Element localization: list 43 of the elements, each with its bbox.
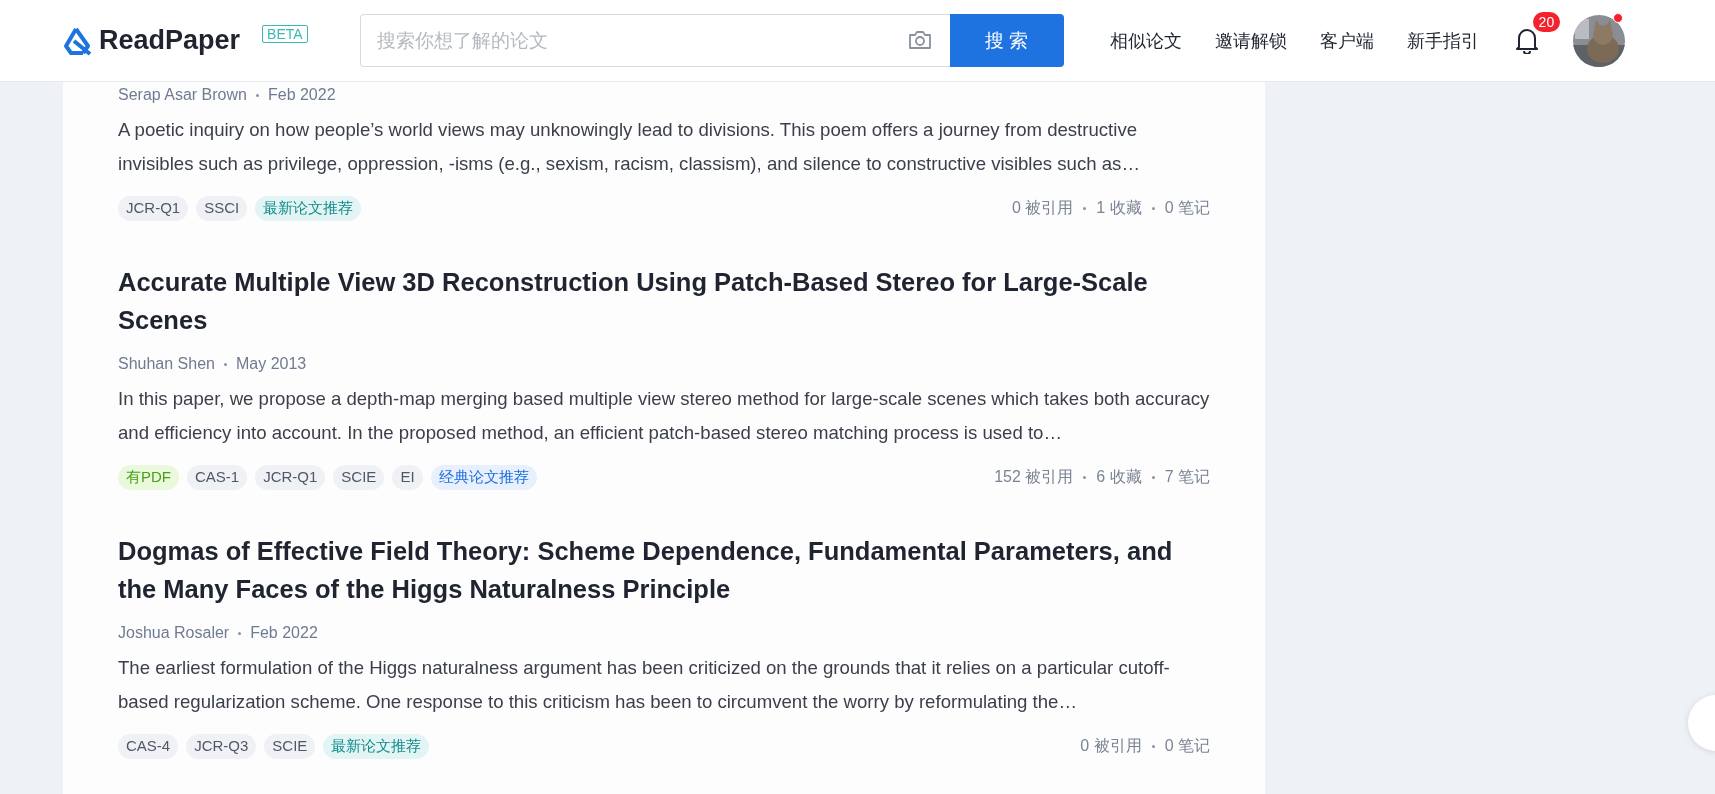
- paper-tag: SCIE: [333, 465, 385, 490]
- paper-abstract: The earliest formulation of the Higgs naturalness argument has been criticized on the grounds that it relies on a particular cutoff-based regularization scheme. One response to this criticism has been to circumvent the worry by reformulating the…: [118, 656, 1171, 714]
- author-name[interactable]: Shuhan Shen: [118, 353, 215, 375]
- paper-stat: 1 收藏: [1096, 198, 1142, 218]
- paper-tag: JCR-Q1: [255, 465, 326, 490]
- paper-tag: 经典论文推荐: [430, 465, 537, 490]
- paper-stat: 7 笔记: [1164, 467, 1210, 487]
- paper-tag: EI: [392, 465, 423, 490]
- search-button[interactable]: 搜 索: [949, 14, 1064, 67]
- paper-title[interactable]: Accurate Multiple View 3D Reconstruction Using Patch-Based Stereo for Large-Scale Scenes: [118, 263, 1210, 339]
- logo-icon: [63, 25, 93, 56]
- paper-stat: 152 被引用: [994, 467, 1074, 487]
- paper-stat: 0 笔记: [1164, 198, 1210, 218]
- paper-tag: JCR-Q1: [118, 196, 189, 221]
- beta-label: BETA: [262, 24, 308, 43]
- paper-tag: 最新论文推荐: [255, 196, 362, 221]
- publish-date: Feb 2022: [250, 623, 318, 643]
- paper-tag: CAS-1: [187, 465, 248, 490]
- paper-abstract: A poetic inquiry on how people’s world views may unknowingly lead to divisions. This poem offers a journey from destructive invisibles such as privilege, oppression, -isms (e.g., sexism, racism, classism), and silence to constructive visibles such as…: [118, 118, 1141, 176]
- author-name[interactable]: Serap Asar Brown: [118, 84, 247, 106]
- paper-abstract: In this paper, we propose a depth-map merging based multiple view stereo method for large-scale scenes which takes both accuracy and efficiency into account. In the proposed method, an efficient patch-based stereo matching process is used to…: [118, 387, 1210, 445]
- author-name[interactable]: Joshua Rosaler: [118, 622, 230, 644]
- search-field[interactable]: 搜索你想了解的论文: [359, 14, 950, 67]
- nav-link[interactable]: 邀请解锁: [1214, 28, 1287, 53]
- paper-title[interactable]: Dogmas of Effective Field Theory: Scheme Dependence, Fundamental Parameters, and the Many Faces of the Higgs Naturalness Principle: [118, 532, 1210, 608]
- nav-link[interactable]: 相似论文: [1109, 28, 1182, 53]
- paper-stat: 0 笔记: [1164, 736, 1210, 756]
- paper-stat: 0 被引用: [1011, 198, 1074, 218]
- paper-tag: 最新论文推荐: [323, 734, 430, 759]
- paper-tag: SSCI: [196, 196, 248, 221]
- camera-icon[interactable]: [907, 30, 932, 50]
- paper-stat: 6 收藏: [1096, 467, 1142, 487]
- nav-link[interactable]: 新手指引: [1406, 28, 1479, 53]
- publish-date: Feb 2022: [267, 85, 336, 105]
- logo-text[interactable]: ReadPaper: [99, 25, 241, 56]
- nav-link[interactable]: 客户端: [1319, 28, 1374, 53]
- notification-badge: 20: [1532, 11, 1561, 32]
- paper-tag: 有PDF: [118, 465, 179, 490]
- publish-date: May 2013: [236, 354, 307, 374]
- paper-tag: CAS-4: [118, 734, 179, 759]
- paper-stat: 0 被引用: [1080, 736, 1142, 756]
- paper-tag: SCIE: [264, 734, 316, 759]
- paper-tag: JCR-Q3: [186, 734, 257, 759]
